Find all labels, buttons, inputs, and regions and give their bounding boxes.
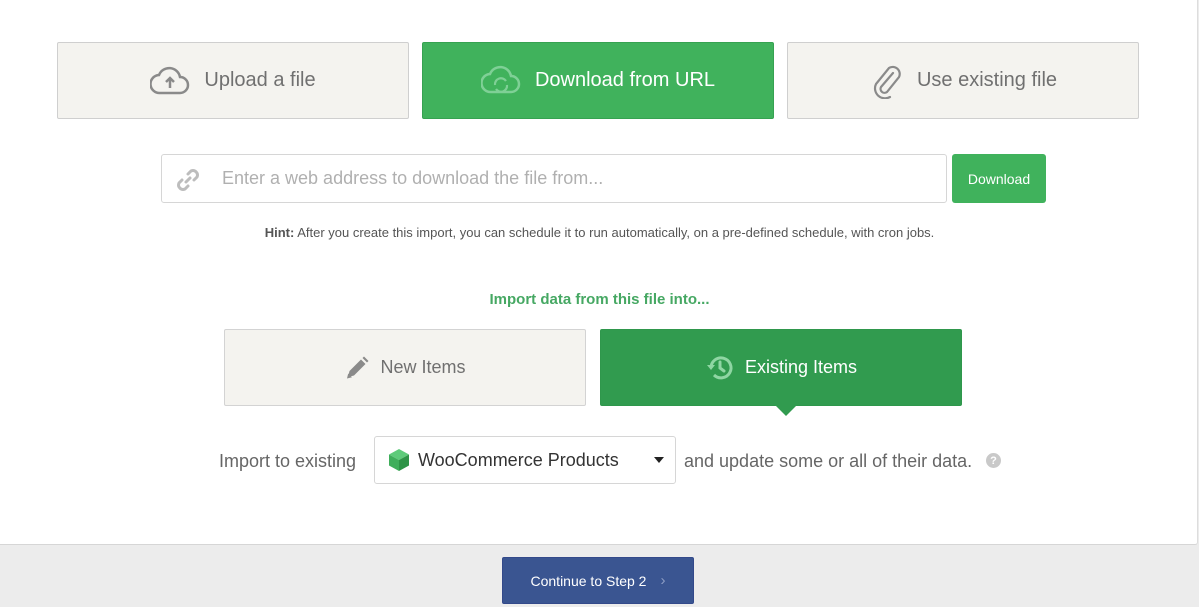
help-icon[interactable]: ? [986,453,1001,468]
download-button[interactable]: Download [952,154,1046,203]
paperclip-icon [869,63,903,99]
continue-step-2-label: Continue to Step 2 [530,572,647,589]
use-existing-file-button[interactable]: Use existing file [787,42,1139,119]
post-type-select[interactable]: WooCommerce Products [374,436,676,484]
woocommerce-cube-icon [388,448,410,472]
upload-file-button[interactable]: Upload a file [57,42,409,119]
hint-prefix: Hint: [264,225,295,240]
chevron-down-icon [654,457,664,463]
new-items-label: New Items [380,357,466,377]
use-existing-file-label: Use existing file [916,69,1058,91]
cloud-sync-icon [480,65,521,97]
import-to-existing-label: Import to existing [219,451,357,471]
download-from-url-button[interactable]: Download from URL [422,42,774,119]
chevron-right-icon: › [660,572,666,589]
url-input[interactable] [222,155,937,202]
link-icon [174,166,202,199]
selected-pointer [775,405,797,416]
update-data-label: and update some or all of their data. [684,451,973,471]
pencil-icon [344,355,370,381]
existing-items-label: Existing Items [744,357,858,377]
history-icon [705,353,735,383]
upload-file-label: Upload a file [204,69,316,91]
import-into-title: Import data from this file into... [489,291,710,308]
cloud-upload-icon [150,66,190,96]
new-items-button[interactable]: New Items [224,329,586,406]
download-from-url-label: Download from URL [534,69,716,91]
continue-step-2-button[interactable]: Continue to Step 2 › [502,557,694,604]
hint-body: After you create this import, you can sc… [294,225,935,240]
import-panel: Upload a file Download from URL Use exis… [0,0,1198,545]
url-input-wrapper [161,154,947,203]
existing-items-button[interactable]: Existing Items [600,329,962,406]
post-type-selected-value: WooCommerce Products [418,449,619,470]
hint-text: Hint: After you create this import, you … [0,225,1199,240]
